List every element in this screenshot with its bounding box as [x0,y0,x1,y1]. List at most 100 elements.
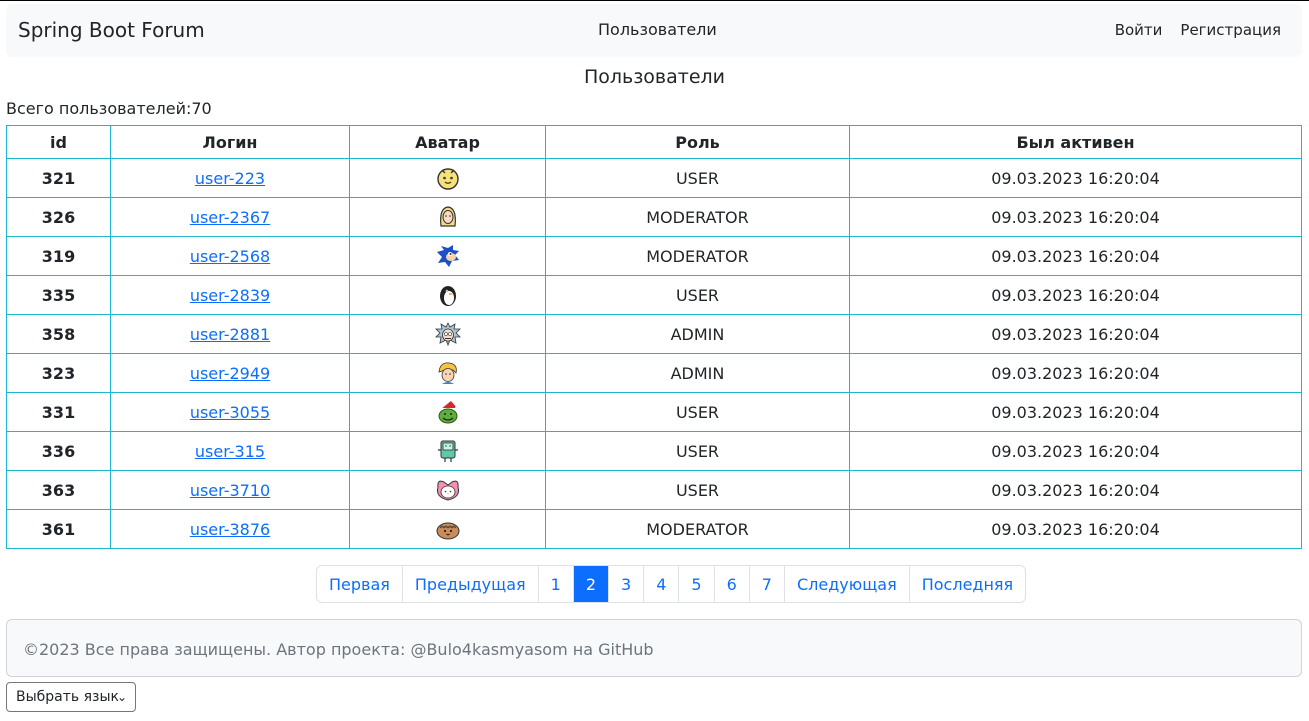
cell-avatar [349,509,546,549]
table-row: 331 user-3055 USER 09.03.2023 16:20:04 [6,392,1302,432]
cell-last-active: 09.03.2023 16:20:04 [849,158,1302,198]
blonde-boy-icon [435,360,461,386]
cell-login: user-315 [110,431,350,471]
page-1[interactable]: 1 [537,566,573,602]
header-login: Логин [110,125,350,159]
my-melody-icon [435,477,461,503]
cell-avatar [349,197,546,237]
cell-login: user-2881 [110,314,350,354]
header-avatar: Аватар [349,125,546,159]
cell-role: MODERATOR [545,509,850,549]
total-users: Всего пользователей:70 [6,99,212,118]
grinch-icon [435,399,461,425]
table-row: 319 user-2568 MODERATOR 09.03.2023 16:20:04 [6,236,1302,276]
page-5[interactable]: 5 [678,566,713,602]
bt21-shooky-icon [435,516,461,542]
nav-auth-links: Войти Регистрация [1115,21,1281,39]
table-row: 361 user-3876 MODERATOR 09.03.2023 16:20:04 [6,509,1302,549]
cell-login: user-2839 [110,275,350,315]
user-profile-link[interactable]: user-3876 [190,520,270,539]
nav-users-link[interactable]: Пользователи [598,20,717,39]
blonde-girl-icon [435,204,461,230]
cell-last-active: 09.03.2023 16:20:04 [849,509,1302,549]
page-6[interactable]: 6 [713,566,749,602]
users-table: id Логин Аватар Роль Был активен 321 user… [6,125,1302,549]
cell-role: USER [545,431,850,471]
user-profile-link[interactable]: user-2949 [190,364,270,383]
cell-avatar [349,470,546,510]
user-profile-link[interactable]: user-315 [195,442,265,461]
table-row: 336 user-315 USER 09.03.2023 16:20:04 [6,431,1302,471]
page-last[interactable]: Последняя [908,566,1025,602]
cell-last-active: 09.03.2023 16:20:04 [849,431,1302,471]
user-profile-link[interactable]: user-2367 [190,208,270,227]
login-link[interactable]: Войти [1115,21,1163,39]
page-title: Пользователи [583,66,726,88]
user-profile-link[interactable]: user-3055 [190,403,270,422]
page-prev[interactable]: Предыдущая [401,566,538,602]
bmo-icon [435,438,461,464]
cell-id: 319 [6,236,111,276]
cell-last-active: 09.03.2023 16:20:04 [849,236,1302,276]
table-row: 321 user-223 USER 09.03.2023 16:20:04 [6,158,1302,198]
language-select-value: Выбрать язык [16,689,119,705]
cell-last-active: 09.03.2023 16:20:04 [849,275,1302,315]
user-profile-link[interactable]: user-3710 [190,481,270,500]
page-2-current[interactable]: 2 [572,566,609,602]
page-4[interactable]: 4 [643,566,678,602]
cell-last-active: 09.03.2023 16:20:04 [849,314,1302,354]
rick-icon [434,321,461,347]
cell-id: 361 [6,509,111,549]
cell-avatar [349,236,546,276]
cell-id: 321 [6,158,111,198]
table-header-row: id Логин Аватар Роль Был активен [6,125,1302,159]
chevron-down-icon: ⌄ [116,690,127,704]
cell-id: 335 [6,275,111,315]
table-row: 323 user-2949 ADMIN 09.03.2023 16:20:04 [6,353,1302,393]
user-profile-link[interactable]: user-2568 [190,247,270,266]
language-select[interactable]: Выбрать язык ⌄ [6,682,136,712]
user-profile-link[interactable]: user-223 [195,169,265,188]
cell-id: 358 [6,314,111,354]
table-row: 358 user-2881 ADMIN 09.03.2023 16:20:04 [6,314,1302,354]
cell-role: USER [545,158,850,198]
cell-role: USER [545,470,850,510]
user-profile-link[interactable]: user-2839 [190,286,270,305]
penguin-icon [435,282,461,308]
table-row: 363 user-3710 USER 09.03.2023 16:20:04 [6,470,1302,510]
cell-login: user-2367 [110,197,350,237]
cell-id: 363 [6,470,111,510]
register-link[interactable]: Регистрация [1180,21,1281,39]
page-first[interactable]: Первая [317,566,402,602]
cell-role: ADMIN [545,353,850,393]
header-last-active: Был активен [849,125,1302,159]
navbar: Spring Boot Forum Пользователи Войти Рег… [6,4,1302,57]
cell-login: user-223 [110,158,350,198]
cell-last-active: 09.03.2023 16:20:04 [849,353,1302,393]
cell-role: USER [545,275,850,315]
cell-id: 336 [6,431,111,471]
cell-avatar [349,392,546,432]
cell-login: user-2568 [110,236,350,276]
table-row: 326 user-2367 MODERATOR 09.03.2023 16:20:04 [6,197,1302,237]
cell-login: user-3876 [110,509,350,549]
cell-avatar [349,158,546,198]
cell-role: ADMIN [545,314,850,354]
cell-login: user-3710 [110,470,350,510]
sonic-icon [435,243,461,269]
page-7[interactable]: 7 [748,566,784,602]
cell-id: 323 [6,353,111,393]
top-border [0,0,1309,1]
cell-role: USER [545,392,850,432]
cell-avatar [349,431,546,471]
page-3[interactable]: 3 [608,566,643,602]
header-role: Роль [545,125,850,159]
brand-link[interactable]: Spring Boot Forum [18,18,205,42]
cell-id: 326 [6,197,111,237]
cell-avatar [349,275,546,315]
footer: ©2023 Все права защищены. Автор проекта:… [6,619,1302,677]
page-next[interactable]: Следующая [783,566,909,602]
cell-role: MODERATOR [545,197,850,237]
cell-login: user-2949 [110,353,350,393]
user-profile-link[interactable]: user-2881 [190,325,270,344]
